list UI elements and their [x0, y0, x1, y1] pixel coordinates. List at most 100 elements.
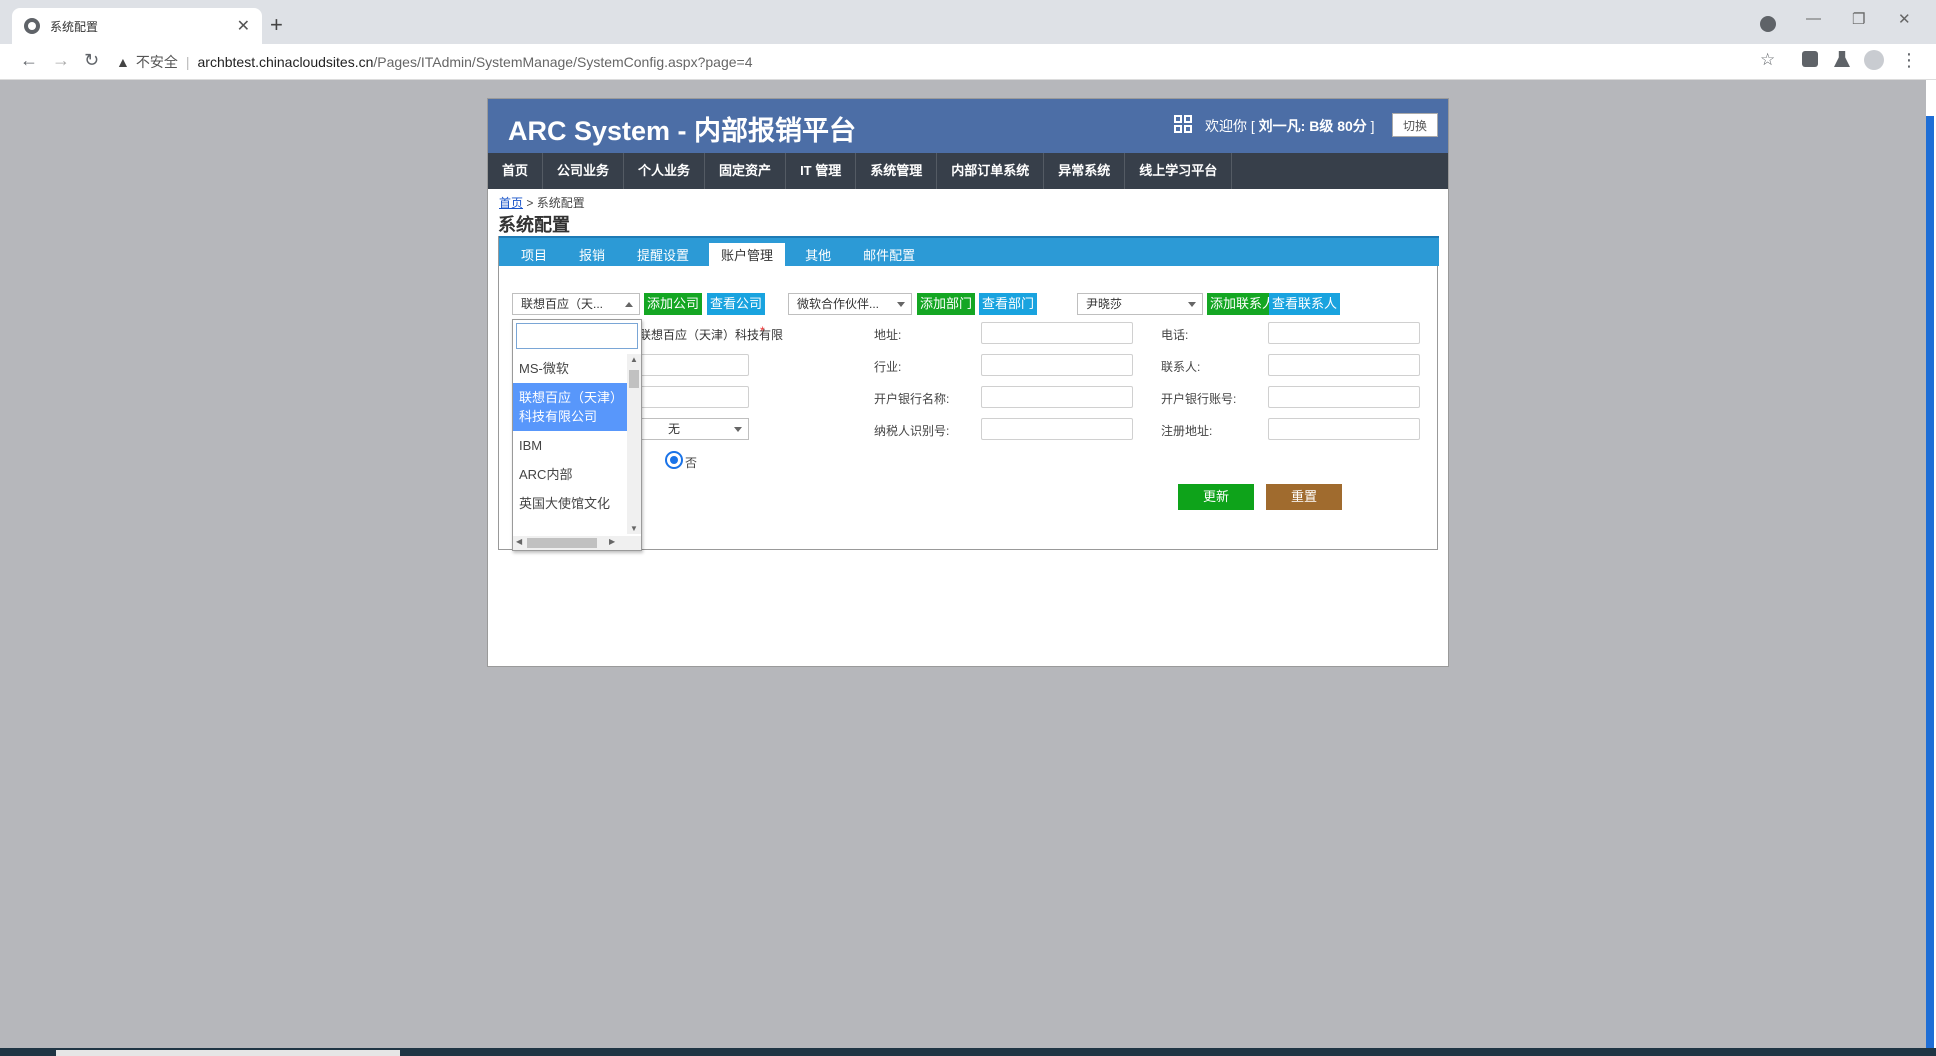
settings-tabs: 项目 报销 提醒设置 账户管理 其他 邮件配置 — [499, 236, 1439, 268]
reset-button[interactable]: 重置 — [1266, 484, 1342, 510]
dropdown-option-selected[interactable]: 联想百应（天津）科技有限公司 — [513, 383, 627, 431]
window-close-icon[interactable]: ✕ — [1898, 10, 1911, 28]
add-company-button[interactable]: 添加公司 — [644, 293, 703, 315]
nav-item[interactable]: 公司业务 — [543, 153, 625, 189]
breadcrumb: 首页 > 系统配置 — [499, 194, 585, 211]
browser-tab-title: 系统配置 — [50, 19, 99, 34]
dropdown-option[interactable]: 英国大使馆文化 — [513, 489, 627, 518]
scroll-down-icon[interactable]: ▼ — [630, 524, 638, 533]
browser-tab[interactable]: 系统配置 ✕ — [12, 8, 262, 44]
page-scrollbar[interactable] — [1926, 80, 1936, 1056]
industry-input[interactable] — [981, 354, 1133, 376]
browser-menu-icon[interactable]: ⋮ — [1900, 50, 1918, 71]
company-dropdown[interactable]: MS-微软 联想百应（天津）科技有限公司 IBM ARC内部 英国大使馆文化 ▲… — [512, 319, 642, 551]
partial-input[interactable] — [639, 386, 749, 408]
app-header: ARC System - 内部报销平台 欢迎你 [ 刘一凡: B级 80分 ] … — [488, 99, 1448, 153]
contact-select[interactable]: 尹晓莎 — [1077, 293, 1203, 315]
nav-item[interactable]: 异常系统 — [1044, 153, 1126, 189]
url-path[interactable]: /Pages/ITAdmin/SystemManage/SystemConfig… — [373, 54, 752, 70]
add-contact-button[interactable]: 添加联系人 — [1207, 293, 1279, 315]
security-label[interactable]: 不安全 — [136, 52, 178, 72]
tab-other[interactable]: 其他 — [793, 243, 843, 268]
nav-item[interactable]: 固定资产 — [705, 153, 787, 189]
bank-account-input[interactable] — [1268, 386, 1420, 408]
address-input[interactable] — [981, 322, 1133, 344]
extensions-icon[interactable] — [1802, 51, 1818, 67]
restore-icon[interactable]: ❐ — [1852, 10, 1865, 28]
tab-reminder[interactable]: 提醒设置 — [625, 243, 701, 268]
view-company-button[interactable]: 查看公司 — [707, 293, 766, 315]
minimize-icon[interactable]: — — [1806, 10, 1821, 27]
reg-address-input[interactable] — [1268, 418, 1420, 440]
url-host[interactable]: archbtest.chinacloudsites.cn — [198, 54, 374, 70]
dropdown-option[interactable]: IBM — [513, 431, 627, 460]
dropdown-hscroll-thumb[interactable] — [527, 538, 597, 548]
required-mark: * — [760, 324, 765, 338]
welcome-text: 欢迎你 [ 刘一凡: B级 80分 ] — [1205, 116, 1375, 136]
tab-account[interactable]: 账户管理 — [709, 243, 786, 268]
nav-item[interactable]: 内部订单系统 — [937, 153, 1045, 189]
welcome-suffix: ] — [1366, 118, 1375, 134]
forward-icon[interactable]: → — [52, 50, 70, 71]
department-select-value: 微软合作伙伴... — [797, 297, 880, 311]
breadcrumb-home-link[interactable]: 首页 — [499, 196, 523, 210]
os-taskbar — [0, 1048, 1936, 1056]
bookmark-star-icon[interactable]: ☆ — [1760, 50, 1775, 70]
dropdown-options: MS-微软 联想百应（天津）科技有限公司 IBM ARC内部 英国大使馆文化 — [513, 354, 627, 534]
parent-select[interactable]: 无 — [639, 418, 749, 440]
update-button[interactable]: 更新 — [1178, 484, 1254, 510]
nav-item[interactable]: IT 管理 — [786, 153, 857, 189]
warning-icon[interactable]: ▲ — [116, 54, 130, 70]
scroll-right-icon[interactable]: ▶ — [609, 537, 615, 546]
contact-label: 联系人: — [1161, 360, 1201, 374]
tab-project[interactable]: 项目 — [509, 243, 559, 268]
view-department-button[interactable]: 查看部门 — [979, 293, 1038, 315]
radio-no-label[interactable]: 否 — [685, 454, 697, 471]
industry-label: 行业: — [874, 360, 902, 374]
dropdown-option[interactable]: ARC内部 — [513, 460, 627, 489]
phone-input[interactable] — [1268, 322, 1420, 344]
nav-item[interactable]: 首页 — [488, 153, 544, 189]
department-select[interactable]: 微软合作伙伴... — [788, 293, 912, 315]
bank-name-input[interactable] — [981, 386, 1133, 408]
nav-item[interactable]: 个人业务 — [624, 153, 706, 189]
caret-down-icon — [1188, 302, 1196, 307]
account-avatar-icon[interactable] — [1864, 50, 1884, 70]
scroll-left-icon[interactable]: ◀ — [516, 537, 522, 546]
tab-mail[interactable]: 邮件配置 — [851, 243, 927, 268]
taskbar-segment[interactable] — [56, 1050, 400, 1056]
tab-reimburse[interactable]: 报销 — [567, 243, 617, 268]
breadcrumb-current: 系统配置 — [536, 196, 585, 210]
tab-search-icon[interactable] — [1760, 16, 1776, 32]
partial-input[interactable] — [639, 354, 749, 376]
dropdown-option[interactable]: MS-微软 — [513, 354, 627, 383]
add-department-button[interactable]: 添加部门 — [917, 293, 976, 315]
company-select[interactable]: 联想百应（天... — [512, 293, 640, 315]
caret-down-icon — [734, 427, 742, 432]
apps-grid-icon[interactable] — [1174, 115, 1192, 133]
dropdown-vscroll[interactable]: ▲ ▼ — [627, 354, 641, 534]
close-tab-icon[interactable]: ✕ — [237, 16, 250, 36]
caret-down-icon — [897, 302, 905, 307]
scroll-up-icon[interactable]: ▲ — [630, 355, 638, 364]
contact-select-value: 尹晓莎 — [1086, 297, 1123, 311]
labs-icon[interactable] — [1834, 51, 1850, 67]
nav-item[interactable]: 系统管理 — [856, 153, 938, 189]
dropdown-hscroll[interactable]: ◀ ▶ — [513, 536, 641, 550]
address-bar[interactable]: ▲ 不安全 | archbtest.chinacloudsites.cn /Pa… — [116, 48, 1796, 76]
reload-icon[interactable]: ↻ — [84, 50, 99, 71]
view-contact-button[interactable]: 查看联系人 — [1269, 293, 1341, 315]
switch-button[interactable]: 切换 — [1392, 113, 1438, 137]
tax-id-input[interactable] — [981, 418, 1133, 440]
new-tab-button[interactable]: + — [270, 12, 283, 38]
welcome-user: 刘一凡: B级 80分 — [1258, 118, 1367, 134]
dropdown-search-input[interactable] — [516, 323, 638, 349]
radio-no[interactable] — [665, 451, 683, 469]
contact-input[interactable] — [1268, 354, 1420, 376]
settings-panel: 项目 报销 提醒设置 账户管理 其他 邮件配置 联想百应（天... 添加公司 查… — [498, 236, 1439, 551]
scrollbar-thumb[interactable] — [1926, 116, 1934, 1056]
dropdown-vscroll-thumb[interactable] — [629, 370, 639, 388]
nav-item[interactable]: 线上学习平台 — [1125, 153, 1233, 189]
parent-select-value: 无 — [668, 422, 681, 436]
back-icon[interactable]: ← — [20, 50, 38, 71]
